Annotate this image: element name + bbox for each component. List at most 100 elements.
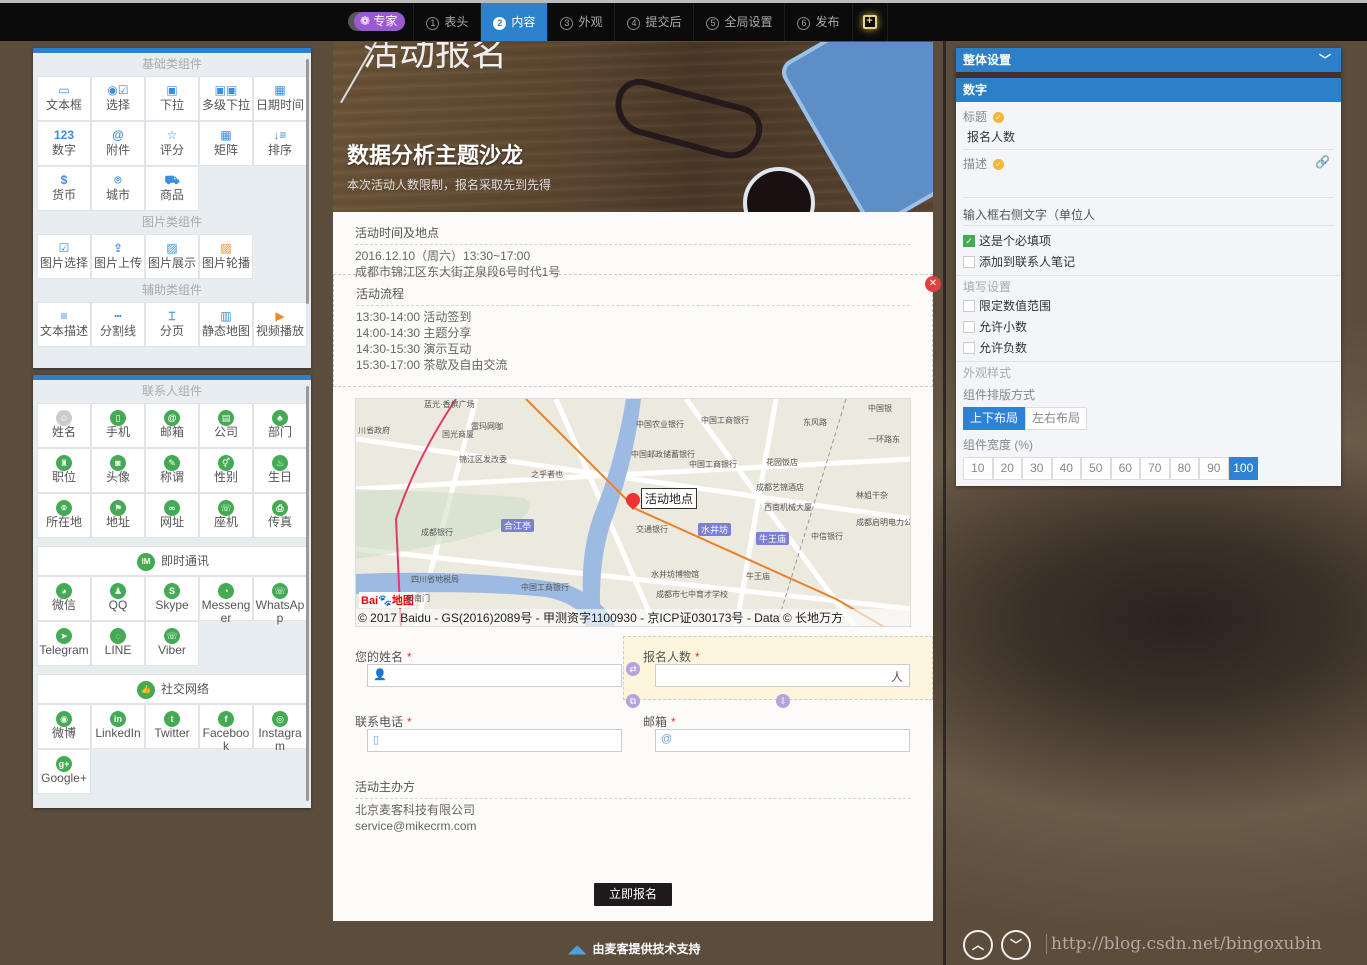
width-option[interactable]: 10 xyxy=(963,457,993,480)
component-Messenger[interactable]: ◔ Messenger xyxy=(199,576,253,625)
tab-step-3[interactable]: 3 外观 xyxy=(547,3,614,41)
component-传真[interactable]: ⎙ 传真 xyxy=(253,493,307,538)
component-Viber[interactable]: ☏ Viber xyxy=(145,621,199,666)
scrollbar[interactable] xyxy=(306,59,309,304)
component-商品[interactable]: ⛟ 商品 xyxy=(145,166,199,211)
submit-button[interactable]: 立即报名 xyxy=(594,883,672,906)
component-性别[interactable]: ⚥ 性别 xyxy=(199,448,253,493)
component-LINE[interactable]: ◌ LINE xyxy=(91,621,145,666)
count-input[interactable]: 人 xyxy=(655,664,910,687)
tab-step-2[interactable]: 2 内容 xyxy=(480,3,548,41)
component-LinkedIn[interactable]: in LinkedIn xyxy=(91,704,145,749)
fill-option-checkbox[interactable]: 允许负数 xyxy=(963,337,1334,358)
delete-component-icon[interactable]: ✕ xyxy=(925,276,941,292)
link-icon[interactable]: 🔗 xyxy=(1315,155,1330,169)
width-option[interactable]: 20 xyxy=(992,457,1022,480)
fill-option-checkbox[interactable]: 限定数值范围 xyxy=(963,295,1334,316)
component-公司[interactable]: ▤ 公司 xyxy=(199,403,253,448)
notes-checkbox[interactable]: 添加到联系人笔记 xyxy=(963,251,1334,272)
component-姓名[interactable]: ☺ 姓名 xyxy=(37,403,91,448)
component-分页[interactable]: ⌶ 分页 xyxy=(145,302,199,347)
required-checkbox[interactable]: ✓ 这是个必填项 xyxy=(963,230,1334,251)
component-生日[interactable]: ♨ 生日 xyxy=(253,448,307,493)
width-option[interactable]: 70 xyxy=(1140,457,1170,480)
component-日期时间[interactable]: ▦ 日期时间 xyxy=(253,76,307,121)
layout-option[interactable]: 上下布局 xyxy=(963,407,1026,430)
component-评分[interactable]: ☆ 评分 xyxy=(145,121,199,166)
component-Facebook[interactable]: f Facebook xyxy=(199,704,253,753)
tab-step-6[interactable]: 6 发布 xyxy=(784,3,851,41)
component-称谓[interactable]: ✎ 称谓 xyxy=(145,448,199,493)
scroll-up-button[interactable]: ︿ xyxy=(963,930,993,960)
width-option[interactable]: 90 xyxy=(1199,457,1229,480)
desc-setting-input[interactable] xyxy=(963,172,1334,198)
suffix-setting-input[interactable]: 输入框右侧文字（单位人 xyxy=(963,198,1334,226)
component-图片展示[interactable]: ▨ 图片展示 xyxy=(145,234,199,279)
layout-option[interactable]: 左右布局 xyxy=(1025,407,1088,430)
organizer-block[interactable]: 活动主办方 北京麦客科技有限公司 service@mikecrm.com xyxy=(333,766,933,834)
title-setting-input[interactable]: 报名人数 xyxy=(963,125,1334,150)
component-WhatsApp[interactable]: ☏ WhatsApp xyxy=(253,576,307,625)
component-矩阵[interactable]: ▦ 矩阵 xyxy=(199,121,253,166)
width-option[interactable]: 30 xyxy=(1022,457,1052,480)
component-Telegram[interactable]: ➤ Telegram xyxy=(37,621,91,666)
component-图片上传[interactable]: ⇪ 图片上传 xyxy=(91,234,145,279)
component-选择[interactable]: ◉☑ 选择 xyxy=(91,76,145,121)
component-微信[interactable]: ◕ 微信 xyxy=(37,576,91,621)
copy-icon[interactable]: ⧉ xyxy=(626,694,640,708)
component-职位[interactable]: ♜ 职位 xyxy=(37,448,91,493)
component-所在地[interactable]: ⌾ 所在地 xyxy=(37,493,91,538)
schedule-block[interactable]: 活动流程 13:30-14:00 活动签到 14:00-14:30 主题分享 1… xyxy=(333,274,933,387)
phone-input[interactable]: ▯ xyxy=(367,729,622,752)
component-文本框[interactable]: ▭ 文本框 xyxy=(37,76,91,121)
component-图片选择[interactable]: ☑ 图片选择 xyxy=(37,234,91,279)
email-input[interactable]: @ xyxy=(655,729,910,752)
component-座机[interactable]: ☏ 座机 xyxy=(199,493,253,538)
tab-step-4[interactable]: 4 提交后 xyxy=(614,3,693,41)
component-静态地图[interactable]: ▥ 静态地图 xyxy=(199,302,253,347)
chevron-down-icon[interactable]: ﹀ xyxy=(1319,48,1331,72)
component-城市[interactable]: ⌾ 城市 xyxy=(91,166,145,211)
component-地址[interactable]: ⚑ 地址 xyxy=(91,493,145,538)
width-option[interactable]: 80 xyxy=(1169,457,1199,480)
component-Twitter[interactable]: t Twitter xyxy=(145,704,199,749)
component-Skype[interactable]: S Skype xyxy=(145,576,199,621)
width-option[interactable]: 60 xyxy=(1110,457,1140,480)
powered-by[interactable]: ◢◣ 由麦客提供技术支持 xyxy=(568,940,700,957)
tab-step-1[interactable]: 1 表头 xyxy=(413,3,480,41)
component-QQ[interactable]: ♟ QQ xyxy=(91,576,145,621)
component-头像[interactable]: ◙ 头像 xyxy=(91,448,145,493)
swap-icon[interactable]: ⇄ xyxy=(626,662,640,676)
scrollbar[interactable] xyxy=(306,386,309,801)
static-map[interactable]: 活动地点 Bai🐾地图 © 2017 Baidu - GS(2016)2089号… xyxy=(355,398,911,627)
component-货币[interactable]: $ 货币 xyxy=(37,166,91,211)
width-option[interactable]: 40 xyxy=(1051,457,1081,480)
preview-button[interactable]: + xyxy=(851,3,888,41)
component-手机[interactable]: ▯ 手机 xyxy=(91,403,145,448)
component-文本描述[interactable]: ≡ 文本描述 xyxy=(37,302,91,347)
time-place-block[interactable]: 活动时间及地点 2016.12.10（周六）13:30~17:00 成都市锦江区… xyxy=(333,212,933,279)
component-微博[interactable]: ◉ 微博 xyxy=(37,704,91,749)
component-邮箱[interactable]: @ 邮箱 xyxy=(145,403,199,448)
component-网址[interactable]: ∞ 网址 xyxy=(145,493,199,538)
component-数字[interactable]: 123 数字 xyxy=(37,121,91,166)
move-down-icon[interactable]: ⇩ xyxy=(776,694,790,708)
scroll-down-button[interactable]: ﹀ xyxy=(1001,930,1031,960)
component-Instagram[interactable]: ◎ Instagram xyxy=(253,704,307,753)
component-视频播放[interactable]: ▶ 视频播放 xyxy=(253,302,307,347)
fill-option-checkbox[interactable]: 允许小数 xyxy=(963,316,1334,337)
name-input[interactable]: 👤 xyxy=(367,664,622,687)
tab-step-5[interactable]: 5 全局设置 xyxy=(693,3,784,41)
component-Google+[interactable]: g+ Google+ xyxy=(37,749,91,794)
component-分割线[interactable]: ┅ 分割线 xyxy=(91,302,145,347)
component-多级下拉[interactable]: ▣▣ 多级下拉 xyxy=(199,76,253,121)
component-附件[interactable]: @ 附件 xyxy=(91,121,145,166)
global-settings-header[interactable]: 整体设置 ﹀ xyxy=(956,48,1341,72)
width-option[interactable]: 50 xyxy=(1081,457,1111,480)
width-option[interactable]: 100 xyxy=(1228,457,1258,480)
component-排序[interactable]: ↓≡ 排序 xyxy=(253,121,307,166)
component-下拉[interactable]: ▣ 下拉 xyxy=(145,76,199,121)
component-部门[interactable]: ♣ 部门 xyxy=(253,403,307,448)
expert-mode-toggle[interactable]: ❁ 专家 xyxy=(354,12,406,31)
component-图片轮播[interactable]: ▨ 图片轮播 xyxy=(199,234,253,279)
